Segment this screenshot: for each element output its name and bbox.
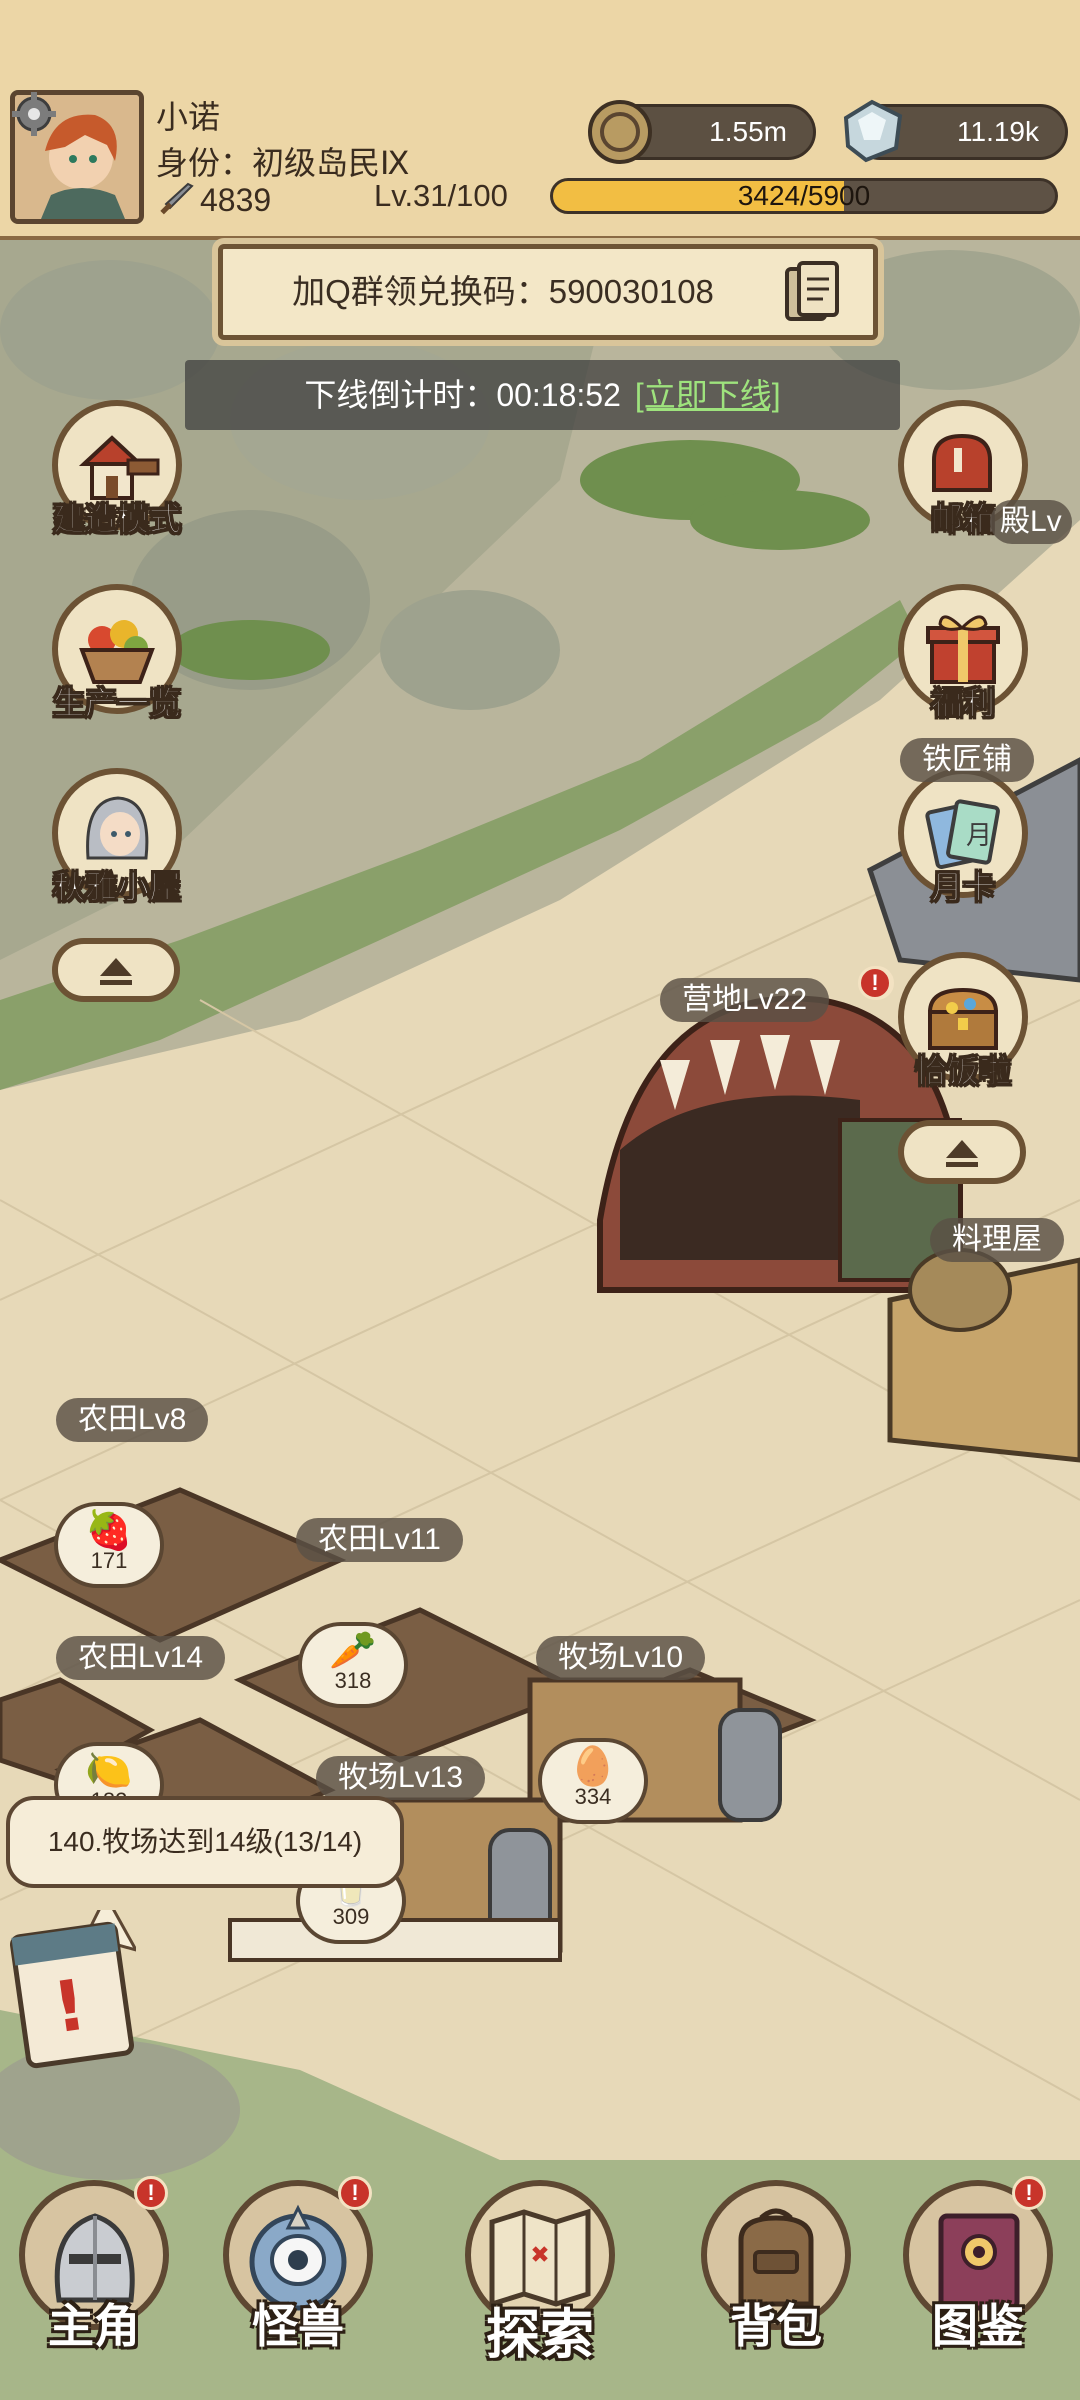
nav-explore-label: 探索	[486, 2305, 594, 2365]
svg-text:月: 月	[966, 821, 992, 851]
player-identity: 身份：初级岛民Ⅸ	[156, 145, 410, 181]
top-status-bar: 小诺 身份：初级岛民Ⅸ 4839 Lv.31/100 1.55m 11.19k …	[0, 0, 1080, 240]
copy-clipboard-icon[interactable]	[783, 261, 843, 327]
bottom-navigation: 主角 ! 怪兽 ! 探索 背包 图鉴 !	[0, 2160, 1080, 2400]
production-overview-label: 生产一览	[52, 685, 181, 722]
nav-backpack-label: 背包	[730, 2300, 822, 2352]
sword-icon	[160, 182, 194, 215]
farm-lv14-label[interactable]: 农田Lv14	[56, 1636, 226, 1680]
quest-calendar-icon[interactable]: !	[6, 1910, 136, 2090]
camp-level-label[interactable]: 营地Lv22	[660, 978, 830, 1022]
left-menu-collapse-button[interactable]	[52, 938, 180, 1002]
kitchen-building[interactable]	[887, 1248, 1080, 1463]
ranch-lv10-label[interactable]: 牧场Lv10	[536, 1636, 706, 1680]
qiuya-house-button[interactable]: 秋雅小屋	[42, 768, 192, 908]
egg-bubble[interactable]: 🥚 334	[538, 1738, 648, 1824]
offline-now-link[interactable]: [立即下线]	[635, 377, 781, 413]
welfare-button[interactable]: 福利	[888, 584, 1038, 724]
carrot-count: 318	[334, 1668, 372, 1693]
ranch-lv13-label[interactable]: 牧场Lv13	[316, 1756, 486, 1800]
strawberry-bubble[interactable]: 🍓 171	[54, 1502, 164, 1588]
nav-hero-badge: !	[134, 2176, 168, 2210]
offline-countdown-banner: 下线倒计时：00:18:52 [立即下线]	[185, 360, 900, 430]
settings-gear-icon[interactable]	[12, 92, 56, 136]
quest-progress-text: 140.牧场达到14级(13/14)	[47, 1826, 363, 1857]
meal-time-button[interactable]: 恰饭啦	[888, 952, 1038, 1092]
blacksmith-label[interactable]: 铁匠铺	[900, 738, 1034, 782]
coin-icon	[588, 100, 652, 164]
farm-lv8-label[interactable]: 农田Lv8	[56, 1398, 209, 1442]
meal-time-label: 恰饭啦	[914, 1053, 1011, 1090]
player-name: 小诺	[156, 99, 221, 135]
milk-count: 309	[332, 1904, 370, 1929]
redeem-code-text: 加Q群领兑换码：590030108	[292, 273, 714, 310]
diamond-icon	[843, 99, 903, 163]
power-value: 4839	[200, 182, 272, 218]
nav-monster-label: 怪兽	[252, 2300, 344, 2352]
egg-count: 334	[574, 1784, 612, 1809]
production-overview-button[interactable]: 生产一览	[42, 584, 192, 724]
nav-backpack[interactable]: 背包	[686, 2160, 866, 2400]
nav-codex-badge: !	[1012, 2176, 1046, 2210]
month-card-button[interactable]: 月 月卡	[888, 768, 1038, 908]
player-level: Lv.31/100	[374, 178, 508, 213]
qiuya-house-label: 秋雅小屋	[52, 869, 181, 906]
build-mode-label: 建造模式	[52, 501, 181, 538]
xp-progress-bar: 3424/5900	[550, 178, 1058, 214]
temple-level-label[interactable]: 殿Lv	[990, 500, 1072, 544]
nav-hero[interactable]: 主角 !	[4, 2160, 184, 2400]
quest-progress-bubble[interactable]: 140.牧场达到14级(13/14)	[6, 1796, 404, 1888]
welfare-label: 福利	[930, 685, 995, 722]
kitchen-label[interactable]: 料理屋	[930, 1218, 1064, 1262]
xp-progress-text: 3424/5900	[737, 180, 871, 211]
month-card-label: 月卡	[930, 869, 995, 906]
carrot-bubble[interactable]: 🥕 318	[298, 1622, 408, 1708]
nav-codex[interactable]: 图鉴 !	[888, 2160, 1068, 2400]
camp-alert-badge: !	[858, 966, 892, 1000]
offline-countdown-text: 下线倒计时：00:18:52	[304, 377, 621, 413]
farm-lv11-label[interactable]: 农田Lv11	[296, 1518, 463, 1562]
redeem-code-banner[interactable]: 加Q群领兑换码：590030108	[218, 244, 878, 340]
nav-monster[interactable]: 怪兽 !	[208, 2160, 388, 2400]
strawberry-count: 171	[90, 1548, 128, 1573]
build-mode-button[interactable]: 建造模式	[42, 400, 192, 540]
right-menu-collapse-button[interactable]	[898, 1120, 1026, 1184]
nav-hero-label: 主角	[48, 2300, 140, 2352]
nav-explore[interactable]: 探索	[450, 2160, 630, 2400]
nav-monster-badge: !	[338, 2176, 372, 2210]
nav-codex-label: 图鉴	[932, 2300, 1024, 2352]
